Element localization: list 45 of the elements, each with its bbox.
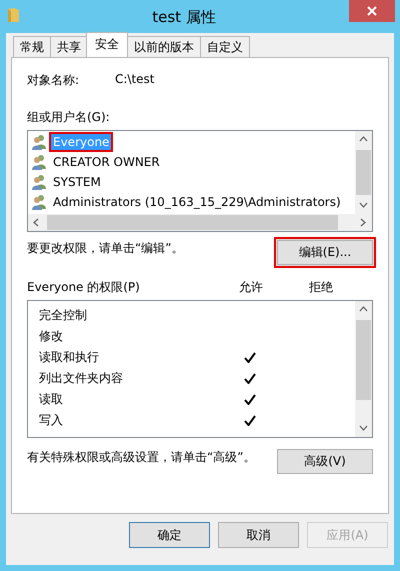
edit-hint: 要更改权限，请单击“编辑”。 xyxy=(27,240,184,257)
window-title: test 属性 xyxy=(151,7,217,28)
permission-name: 写入 xyxy=(39,412,64,429)
advanced-button[interactable]: 高级(V) xyxy=(277,449,373,474)
users-icon xyxy=(31,134,47,150)
group-name: Administrators (10_163_15_229\Administrators) xyxy=(52,194,342,211)
permission-name: 读取 xyxy=(39,391,64,408)
scrollbar-thumb[interactable] xyxy=(356,320,371,400)
tab[interactable]: 自定义 xyxy=(200,36,250,57)
group-item[interactable]: CREATOR OWNER xyxy=(28,152,355,172)
object-name-label: 对象名称: xyxy=(27,72,80,89)
scroll-up-icon[interactable] xyxy=(359,305,368,314)
scroll-right-icon[interactable] xyxy=(359,218,368,227)
advanced-hint: 有关特殊权限或高级设置，请单击“高级”。 xyxy=(27,449,256,466)
scrollbar-thumb[interactable] xyxy=(356,150,371,195)
close-icon xyxy=(367,6,377,16)
dialog-button[interactable]: 确定 xyxy=(129,522,210,548)
group-name: CREATOR OWNER xyxy=(52,154,161,171)
scroll-down-icon[interactable] xyxy=(359,201,368,210)
column-header: 拒绝 xyxy=(308,279,334,296)
edit-button[interactable]: 编辑(E)... xyxy=(277,240,373,265)
users-icon xyxy=(31,174,47,190)
permission-name: 修改 xyxy=(39,328,64,345)
scroll-down-icon[interactable] xyxy=(359,424,368,433)
close-button[interactable] xyxy=(349,0,395,22)
group-name: Everyone xyxy=(49,132,114,152)
scrollbar-thumb[interactable] xyxy=(47,215,338,230)
tab[interactable]: 安全 xyxy=(86,32,128,57)
group-name: SYSTEM xyxy=(52,174,102,191)
tab[interactable]: 常规 xyxy=(13,36,51,57)
users-icon xyxy=(31,194,47,210)
object-name-value: C:\test xyxy=(115,72,155,88)
permission-name: 列出文件夹内容 xyxy=(39,370,124,387)
groups-label: 组或用户名(G): xyxy=(27,109,111,126)
folder-icon xyxy=(8,8,19,22)
group-item[interactable]: SYSTEM xyxy=(28,172,355,192)
scroll-up-icon[interactable] xyxy=(359,135,368,144)
group-item[interactable]: Administrators (10_163_15_229\Administrators) xyxy=(28,192,355,212)
permissions-label: Everyone 的权限(P) xyxy=(27,279,141,296)
permission-name: 读取和执行 xyxy=(39,349,100,366)
dialog-button[interactable]: 取消 xyxy=(218,522,299,548)
scroll-left-icon[interactable] xyxy=(32,218,41,227)
users-icon xyxy=(31,154,47,170)
column-header: 允许 xyxy=(238,279,264,296)
permission-name: 完全控制 xyxy=(39,307,88,324)
